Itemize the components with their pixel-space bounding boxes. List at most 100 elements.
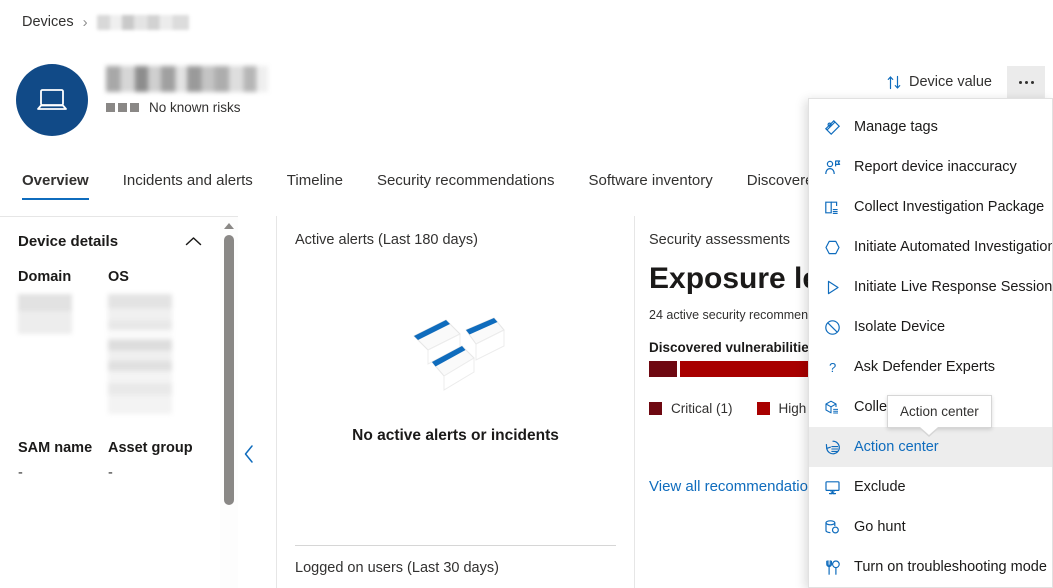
action-center-tooltip: Action center (887, 395, 992, 428)
field-value: - (18, 465, 108, 481)
field-asset-group: Asset group - (108, 439, 202, 482)
tab-label: Software inventory (589, 172, 713, 189)
tab-overview[interactable]: Overview (22, 168, 106, 200)
hexagon-icon (823, 238, 841, 256)
menu-item-report-device-inaccuracy[interactable]: Report device inaccuracy (809, 147, 1052, 187)
laptop-icon (34, 85, 70, 115)
menu-item-label: Initiate Live Response Session (854, 279, 1052, 295)
tab-label: Timeline (287, 172, 343, 189)
field-label: Domain (18, 268, 108, 287)
menu-item-label: Collect Investigation Package (854, 199, 1044, 215)
empty-cards-illustration-icon (400, 300, 512, 401)
breadcrumb: Devices › (22, 14, 189, 30)
scrollbar-thumb[interactable] (224, 235, 234, 505)
chevron-up-icon[interactable] (185, 236, 202, 247)
menu-item-exclude[interactable]: Exclude (809, 467, 1052, 507)
logged-on-users-caption: Logged on users (Last 30 days) (295, 560, 499, 576)
device-name-redacted (106, 66, 268, 92)
svg-text:?: ? (829, 360, 836, 375)
tab-label: Incidents and alerts (123, 172, 253, 189)
device-actions-menu: Manage tags Report device inaccuracy Col… (808, 98, 1053, 588)
field-sam-name: SAM name - (18, 439, 108, 482)
menu-item-label: Exclude (854, 479, 906, 495)
field-domain: Domain (18, 268, 108, 419)
legend-swatch-high-icon (757, 402, 770, 415)
menu-item-ask-defender-experts[interactable]: ? Ask Defender Experts (809, 347, 1052, 387)
risk-indicator-icon (106, 103, 139, 112)
menu-item-label: Ask Defender Experts (854, 359, 995, 375)
menu-item-label: Turn on troubleshooting mode (854, 559, 1047, 575)
device-page: Devices › No known risks (0, 0, 1053, 588)
active-alerts-panel: Active alerts (Last 180 days) (276, 216, 634, 588)
vuln-segment-critical (649, 361, 677, 377)
menu-item-initiate-live-response-session[interactable]: Initiate Live Response Session (809, 267, 1052, 307)
details-scrollbar[interactable] (220, 216, 238, 588)
package-collect-icon (823, 198, 841, 216)
menu-item-go-hunt[interactable]: Go hunt (809, 507, 1052, 547)
active-alerts-empty-state: No active alerts or incidents (295, 300, 616, 445)
menu-item-label: Action center (854, 439, 939, 455)
menu-item-label: Initiate Automated Investigation (854, 239, 1053, 255)
tab-label: Overview (22, 172, 89, 189)
menu-item-label: Manage tags (854, 119, 938, 135)
database-search-icon (823, 518, 841, 536)
menu-item-label: Report device inaccuracy (854, 159, 1017, 175)
device-meta: No known risks (106, 64, 268, 115)
ellipsis-icon-dot (1019, 81, 1022, 84)
menu-item-label: Go hunt (854, 519, 906, 535)
collapse-panel-button[interactable] (242, 444, 256, 464)
risk-label: No known risks (149, 100, 241, 115)
view-all-recommendations-link[interactable]: View all recommendatio (649, 478, 808, 495)
person-flag-icon (823, 158, 841, 176)
device-value-label: Device value (909, 74, 992, 90)
tools-icon (823, 558, 841, 576)
device-details-panel: Device details Domain OS SAM name - (0, 216, 220, 588)
tag-icon (823, 118, 841, 136)
active-alerts-empty-message: No active alerts or incidents (352, 427, 559, 445)
menu-item-isolate-device[interactable]: Isolate Device (809, 307, 1052, 347)
block-circle-icon (823, 318, 841, 336)
field-value: - (108, 465, 202, 481)
play-triangle-icon (823, 278, 841, 296)
device-details-fields: Domain OS SAM name - Asset group - (18, 268, 202, 481)
field-label: SAM name (18, 439, 108, 458)
panel-divider (295, 545, 616, 546)
legend-label: Critical (1) (671, 401, 733, 416)
device-details-header: Device details (18, 217, 202, 254)
device-header: No known risks (16, 64, 268, 136)
menu-item-turn-on-troubleshooting-mode[interactable]: Turn on troubleshooting mode (809, 547, 1052, 587)
menu-item-manage-tags[interactable]: Manage tags (809, 107, 1052, 147)
risk-row: No known risks (106, 100, 268, 115)
tab-timeline[interactable]: Timeline (270, 168, 360, 200)
scroll-up-arrow-icon[interactable] (224, 223, 234, 229)
field-value-redacted (108, 294, 172, 414)
tab-software-inventory[interactable]: Software inventory (572, 168, 730, 200)
avatar (16, 64, 88, 136)
tab-security-recommendations[interactable]: Security recommendations (360, 168, 572, 200)
page-toolbar: Device value (878, 66, 1045, 98)
legend-item-critical: Critical (1) (649, 401, 733, 416)
field-os: OS (108, 268, 202, 419)
field-value-redacted (18, 294, 72, 334)
field-label: OS (108, 268, 202, 287)
legend-swatch-critical-icon (649, 402, 662, 415)
breadcrumb-separator-icon: › (83, 15, 88, 30)
question-mark-icon: ? (823, 358, 841, 376)
more-actions-button[interactable] (1007, 66, 1045, 98)
field-label: Asset group (108, 439, 202, 458)
box-list-icon (823, 398, 841, 416)
active-alerts-caption: Active alerts (Last 180 days) (295, 216, 616, 248)
menu-item-collect-investigation-package[interactable]: Collect Investigation Package (809, 187, 1052, 227)
ellipsis-icon-dot (1031, 81, 1034, 84)
history-list-icon (823, 438, 841, 456)
tab-incidents-and-alerts[interactable]: Incidents and alerts (106, 168, 270, 200)
sort-arrows-icon (887, 75, 901, 90)
ellipsis-icon-dot (1025, 81, 1028, 84)
menu-item-initiate-automated-investigation[interactable]: Initiate Automated Investigation (809, 227, 1052, 267)
device-value-button[interactable]: Device value (878, 67, 1001, 97)
monitor-x-icon (823, 478, 841, 496)
device-details-title: Device details (18, 233, 118, 250)
tab-bar: Overview Incidents and alerts Timeline S… (22, 168, 839, 200)
tab-label: Security recommendations (377, 172, 555, 189)
breadcrumb-devices-link[interactable]: Devices (22, 14, 74, 30)
